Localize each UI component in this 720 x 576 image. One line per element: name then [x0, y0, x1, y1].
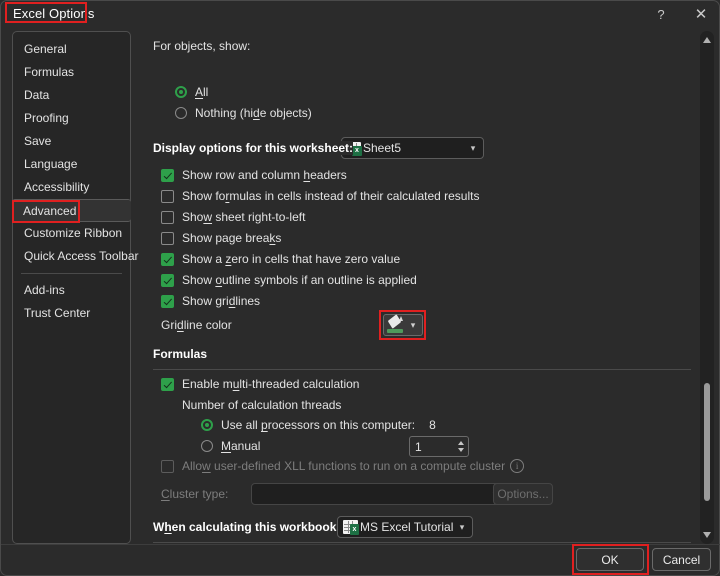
stepper-up-icon[interactable]	[458, 441, 464, 445]
when-calculating-workbook-label: When calculating this workbook:	[153, 520, 340, 534]
checkbox-label: Allow user-defined XLL functions to run …	[182, 459, 505, 473]
checkbox-label: Show gridlines	[182, 294, 260, 308]
section-heading-formulas: Formulas	[153, 347, 207, 361]
sidebar-item-customize-ribbon[interactable]: Customize Ribbon	[13, 222, 130, 245]
checkbox-icon	[161, 190, 174, 203]
checkbox-show-formulas-in-cells[interactable]: Show formulas in cells instead of their …	[161, 189, 479, 203]
close-icon[interactable]: ✕	[683, 1, 719, 27]
sidebar-item-quick-access-toolbar[interactable]: Quick Access Toolbar	[13, 245, 130, 268]
sidebar-item-general[interactable]: General	[13, 38, 130, 61]
checkbox-icon	[161, 295, 174, 308]
sidebar: General Formulas Data Proofing Save Lang…	[12, 31, 131, 544]
worksheet-select-value: Sheet5	[363, 141, 467, 155]
workbook-select[interactable]: x MS Excel Tutorial To... ▾	[337, 516, 473, 538]
radio-icon-manual	[201, 440, 213, 452]
radio-use-all-processors[interactable]: Use all processors on this computer: 8	[201, 418, 436, 432]
checkbox-allow-xll-compute-cluster: Allow user-defined XLL functions to run …	[161, 459, 524, 473]
scrollbar-thumb[interactable]	[704, 383, 710, 501]
checkbox-icon	[161, 232, 174, 245]
radio-label-all: All	[195, 85, 208, 99]
title-bar: Excel Options ? ✕	[1, 1, 720, 27]
checkbox-label: Show a zero in cells that have zero valu…	[182, 252, 400, 266]
sidebar-item-language[interactable]: Language	[13, 153, 130, 176]
checkbox-show-row-column-headers[interactable]: Show row and column headers	[161, 168, 347, 182]
checkbox-show-gridlines[interactable]: Show gridlines	[161, 294, 260, 308]
checkbox-icon	[161, 211, 174, 224]
radio-label-nothing: Nothing (hide objects)	[195, 106, 312, 120]
gridline-color-label: Gridline color	[161, 318, 232, 332]
radio-icon-nothing	[175, 107, 187, 119]
sidebar-item-accessibility[interactable]: Accessibility	[13, 176, 130, 199]
sidebar-item-trust-center[interactable]: Trust Center	[13, 302, 130, 325]
stepper-arrows[interactable]	[454, 441, 468, 452]
info-icon: i	[510, 459, 524, 473]
section-divider-formulas	[153, 369, 691, 370]
scrollbar-down-arrow[interactable]	[700, 528, 714, 542]
processor-count-value: 8	[429, 418, 436, 432]
display-options-for-worksheet-label: Display options for this worksheet:	[153, 141, 353, 155]
checkbox-enable-multithreaded-calculation[interactable]: Enable multi-threaded calculation	[161, 377, 359, 391]
checkbox-label: Show outline symbols if an outline is ap…	[182, 273, 417, 287]
gridline-color-button[interactable]: ▾	[383, 314, 423, 336]
checkbox-icon	[161, 274, 174, 287]
sidebar-item-formulas[interactable]: Formulas	[13, 61, 130, 84]
checkbox-icon	[161, 378, 174, 391]
number-of-calculation-threads-label: Number of calculation threads	[182, 398, 341, 412]
radio-objects-all[interactable]: All	[175, 85, 208, 99]
radio-icon-all	[175, 86, 187, 98]
sidebar-item-advanced[interactable]: Advanced	[12, 199, 131, 222]
cluster-type-select: ▾	[251, 483, 506, 505]
checkbox-show-outline-symbols[interactable]: Show outline symbols if an outline is ap…	[161, 273, 417, 287]
checkbox-label: Show sheet right-to-left	[182, 210, 305, 224]
section-divider-workbook	[153, 542, 691, 543]
checkbox-label: Enable multi-threaded calculation	[182, 377, 359, 391]
checkbox-icon	[161, 460, 174, 473]
highlight-box-title	[5, 2, 87, 23]
radio-label-use-all-processors: Use all processors on this computer:	[221, 418, 415, 432]
cancel-button[interactable]: Cancel	[652, 548, 711, 571]
radio-objects-nothing[interactable]: Nothing (hide objects)	[175, 106, 312, 120]
for-objects-label: For objects, show:	[153, 39, 250, 53]
scrollbar-up-arrow[interactable]	[700, 33, 714, 47]
cluster-options-button: Options...	[493, 483, 553, 505]
stepper-down-icon[interactable]	[458, 448, 464, 452]
excel-options-dialog: Excel Options ? ✕ General Formulas Data …	[0, 0, 720, 576]
help-icon[interactable]: ?	[643, 1, 679, 27]
checkbox-icon	[161, 253, 174, 266]
sidebar-item-add-ins[interactable]: Add-ins	[13, 279, 130, 302]
worksheet-select[interactable]: x Sheet5 ▾	[341, 137, 484, 159]
sidebar-item-save[interactable]: Save	[13, 130, 130, 153]
workbook-select-value: MS Excel Tutorial To...	[360, 520, 456, 534]
checkbox-label: Show row and column headers	[182, 168, 347, 182]
footer-divider	[1, 544, 720, 545]
ok-button[interactable]: OK	[576, 548, 644, 571]
checkbox-icon	[161, 169, 174, 182]
checkbox-show-page-breaks[interactable]: Show page breaks	[161, 231, 281, 245]
manual-threads-value: 1	[415, 440, 454, 454]
triangle-down-icon	[703, 532, 711, 538]
sidebar-divider	[21, 273, 122, 274]
chevron-down-icon: ▾	[456, 523, 468, 532]
paint-bucket-icon	[384, 315, 406, 335]
checkbox-label: Show formulas in cells instead of their …	[182, 189, 479, 203]
checkbox-label: Show page breaks	[182, 231, 281, 245]
sidebar-item-proofing[interactable]: Proofing	[13, 107, 130, 130]
radio-icon-use-all-processors	[201, 419, 213, 431]
checkbox-show-zero-in-cells[interactable]: Show a zero in cells that have zero valu…	[161, 252, 400, 266]
triangle-up-icon	[703, 37, 711, 43]
radio-manual-threads[interactable]: Manual	[201, 439, 260, 453]
manual-threads-stepper[interactable]: 1	[409, 436, 469, 457]
checkbox-show-sheet-right-to-left[interactable]: Show sheet right-to-left	[161, 210, 305, 224]
vertical-scrollbar[interactable]	[700, 31, 714, 544]
sidebar-item-data[interactable]: Data	[13, 84, 130, 107]
advanced-options-panel: For objects, show: All Nothing (hide obj…	[151, 31, 696, 544]
chevron-down-icon[interactable]: ▾	[406, 321, 420, 330]
excel-workbook-icon: x	[343, 520, 358, 534]
chevron-down-icon: ▾	[467, 144, 479, 153]
radio-label-manual: Manual	[221, 439, 260, 453]
cluster-type-label: Cluster type:	[161, 487, 228, 501]
